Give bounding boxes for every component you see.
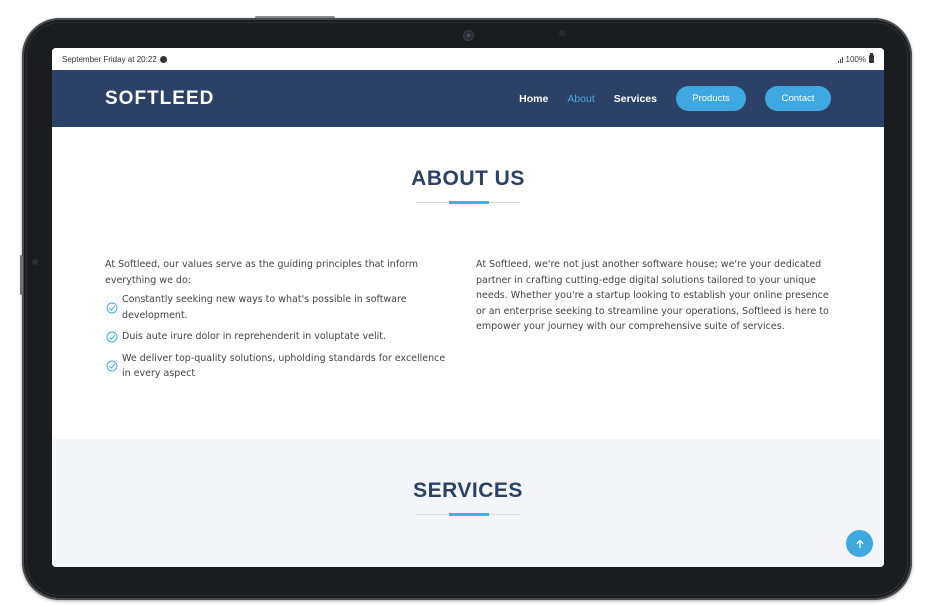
status-left: September Friday at 20:22 [62, 55, 167, 64]
status-right: 100% [837, 53, 874, 64]
value-text: Duis aute irure dolor in reprehenderit i… [122, 331, 387, 342]
values-list: Constantly seeking new ways to what's po… [105, 292, 455, 382]
status-datetime: September Friday at 20:22 [62, 54, 157, 64]
nav-link-services[interactable]: Services [614, 93, 657, 105]
about-description-column: At Softleed, we're not just another soft… [476, 257, 832, 335]
about-title: ABOUT US [411, 167, 525, 190]
products-button[interactable]: Products [676, 86, 746, 111]
check-circle-icon [106, 360, 118, 372]
brand-logo[interactable]: SOFTLEED [105, 88, 214, 110]
notification-icon [159, 55, 167, 63]
value-text: We deliver top-quality solutions, uphold… [122, 352, 446, 380]
nav-link-about[interactable]: About [567, 93, 594, 105]
nav-links: Home About Services Products Contact [500, 86, 831, 111]
back-to-top-button[interactable] [846, 530, 873, 557]
check-circle-icon [106, 302, 118, 313]
services-section: SERVICES [52, 439, 884, 567]
battery-percent: 100% [845, 54, 866, 64]
list-item: Duis aute irure dolor in reprehenderit i… [105, 329, 455, 345]
device-volume-button [20, 255, 23, 295]
list-item: We deliver top-quality solutions, uphold… [105, 351, 455, 382]
side-sensor [32, 259, 38, 265]
services-title-accent [449, 513, 489, 516]
arrow-up-icon [856, 539, 863, 548]
about-title-accent [449, 201, 489, 204]
about-intro: At Softleed, our values serve as the gui… [105, 259, 418, 286]
status-bar: September Friday at 20:22 100% [52, 48, 884, 70]
list-item: Constantly seeking new ways to what's po… [105, 292, 455, 323]
tablet-screen: September Friday at 20:22 100% SOFTLEED … [52, 48, 884, 567]
site-navbar: SOFTLEED Home About Services Products Co… [52, 70, 884, 127]
about-description: At Softleed, we're not just another soft… [476, 259, 829, 332]
light-sensor [559, 30, 565, 36]
about-section: ABOUT US At Softleed, our values serve a… [52, 127, 884, 439]
about-values-column: At Softleed, our values serve as the gui… [105, 257, 455, 388]
signal-icon [837, 56, 843, 63]
nav-link-home[interactable]: Home [519, 93, 548, 105]
check-circle-icon [106, 331, 118, 343]
value-text: Constantly seeking new ways to what's po… [122, 294, 407, 321]
battery-icon [869, 53, 874, 63]
front-camera-icon [464, 31, 473, 40]
services-title: SERVICES [413, 479, 523, 502]
contact-button[interactable]: Contact [765, 86, 831, 111]
